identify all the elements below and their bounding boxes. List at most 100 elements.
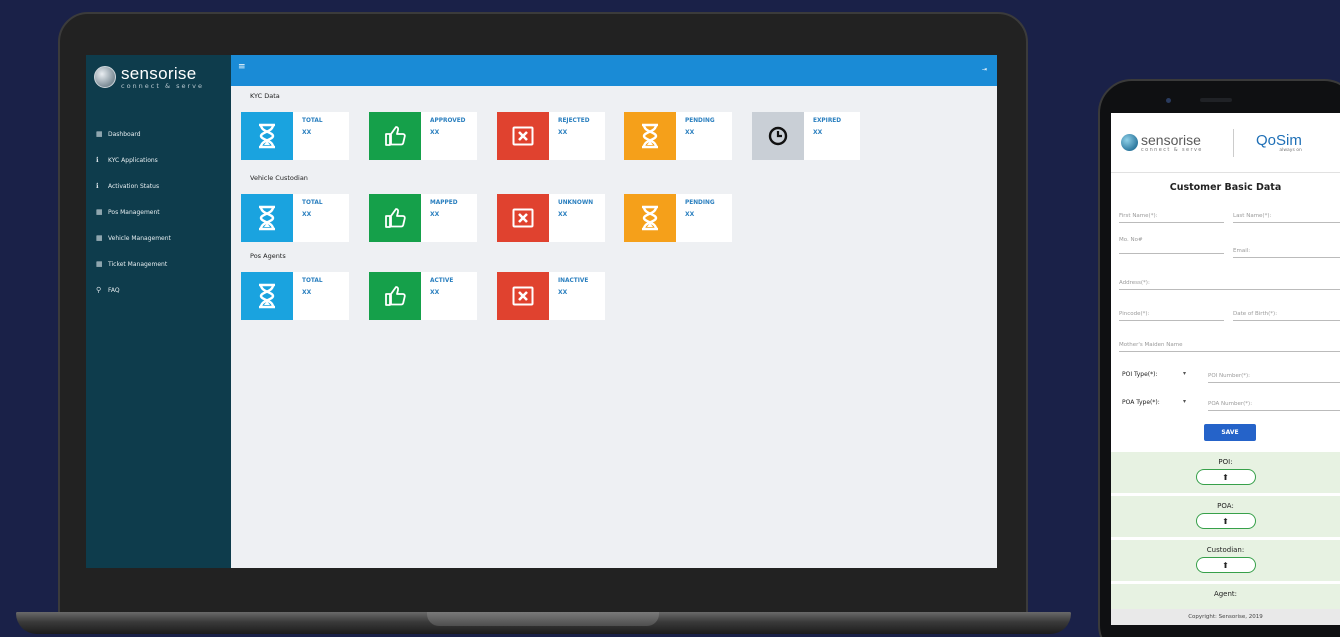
upload-poa: POA: ⬆ (1111, 493, 1340, 529)
card-label: MAPPED (430, 200, 458, 206)
brand-name: sensorise (121, 63, 197, 83)
sidebar-item-dashboard[interactable]: ▦ Dashboard (86, 121, 231, 147)
card-value: XX (558, 210, 568, 218)
card-value: XX (558, 128, 568, 136)
clock-icon (752, 112, 804, 160)
stat-card-pos-active[interactable]: ACTIVE XX (369, 272, 477, 320)
calendar-icon: ▦ (96, 234, 103, 242)
pincode-field[interactable]: Pincode(*): (1119, 311, 1224, 321)
phone-camera (1166, 98, 1171, 103)
sidebar-item-activation-status[interactable]: ℹ Activation Status (86, 173, 231, 199)
close-box-icon (497, 272, 549, 320)
card-label: INACTIVE (558, 278, 589, 284)
address-field[interactable]: Address(*): (1119, 280, 1340, 290)
card-value: XX (558, 288, 568, 296)
stat-card-kyc-rejected[interactable]: REJECTED XX (497, 112, 605, 160)
poa-type-dropdown-icon[interactable]: ▾ (1183, 398, 1186, 405)
stat-card-pos-total[interactable]: TOTAL XX (241, 272, 349, 320)
sidebar-item-label: Pos Management (108, 208, 160, 216)
logout-icon[interactable]: ⇥ (982, 66, 987, 73)
last-name-field[interactable]: Last Name(*): (1233, 213, 1340, 223)
phone-speaker (1200, 98, 1232, 102)
upload-section: POI: ⬆ POA: ⬆ Custodian: ⬆ Agent: Copyri… (1111, 449, 1340, 625)
sensorise-logo-tagline: connect & serve (1141, 146, 1203, 153)
stat-card-kyc-expired[interactable]: EXPIRED XX (752, 112, 860, 160)
upload-icon: ⬆ (1222, 516, 1229, 526)
card-value: XX (813, 128, 823, 136)
upload-label: POI: (1218, 458, 1233, 466)
sidebar-item-label: Vehicle Management (108, 234, 171, 242)
qosim-logo-name: QoSim (1256, 131, 1302, 149)
card-label: REJECTED (558, 118, 590, 124)
card-value: XX (430, 288, 440, 296)
upload-label: Custodian: (1206, 546, 1245, 554)
upload-poa-button[interactable]: ⬆ (1195, 513, 1256, 529)
top-bar: ≡ ⇥ (231, 55, 997, 86)
save-button[interactable]: SAVE (1204, 424, 1256, 441)
sidebar-item-label: KYC Applications (108, 156, 158, 164)
first-name-field[interactable]: First Name(*): (1119, 213, 1224, 223)
copyright-footer: Copyright: Sensorise, 2019 (1111, 609, 1340, 625)
sidebar-item-vehicle-management[interactable]: ▦ Vehicle Management (86, 225, 231, 251)
globe-logo-icon (94, 66, 116, 88)
card-label: APPROVED (430, 118, 466, 124)
sidebar-item-label: FAQ (108, 286, 120, 294)
mobile-number-field[interactable]: Mo. No# (1119, 237, 1224, 254)
brand-tagline: connect & serve (121, 81, 205, 90)
info-icon: ℹ (96, 182, 99, 190)
upload-custodian: Custodian: ⬆ (1111, 537, 1340, 573)
stat-card-kyc-pending[interactable]: PENDING XX (624, 112, 732, 160)
stat-card-vehicle-total[interactable]: TOTAL XX (241, 194, 349, 242)
card-label: PENDING (685, 200, 715, 206)
stat-card-vehicle-unknown[interactable]: UNKNOWN XX (497, 194, 605, 242)
sidebar-item-label: Activation Status (108, 182, 160, 190)
sidebar-nav: ▦ Dashboard ℹ KYC Applications ℹ Activat… (86, 121, 231, 303)
qosim-logo: QoSim always on (1234, 133, 1302, 153)
section-title-vehicle-custodian: Vehicle Custodian (250, 174, 308, 182)
sidebar: sensorise connect & serve ▦ Dashboard ℹ … (86, 55, 231, 568)
poi-type-dropdown-icon[interactable]: ▾ (1183, 370, 1186, 377)
close-box-icon (497, 112, 549, 160)
card-label: PENDING (685, 118, 715, 124)
upload-poi-button[interactable]: ⬆ (1195, 469, 1256, 485)
section-title-pos-agents: Pos Agents (250, 252, 286, 260)
brand-logo: sensorise connect & serve (86, 55, 231, 99)
sidebar-item-pos-management[interactable]: ▦ Pos Management (86, 199, 231, 225)
search-icon: ⚲ (96, 286, 102, 294)
phone-screen: sensorise connect & serve QoSim always o… (1111, 113, 1340, 625)
sensorise-logo: sensorise connect & serve (1111, 133, 1233, 153)
calendar-icon: ▦ (96, 208, 103, 216)
phone-header: sensorise connect & serve QoSim always o… (1111, 113, 1340, 173)
sidebar-item-ticket-management[interactable]: ▦ Ticket Management (86, 251, 231, 277)
card-value: XX (685, 210, 695, 218)
stat-card-kyc-total[interactable]: TOTAL XX (241, 112, 349, 160)
stat-card-vehicle-mapped[interactable]: MAPPED XX (369, 194, 477, 242)
sidebar-item-faq[interactable]: ⚲ FAQ (86, 277, 231, 303)
dashboard-screen: sensorise connect & serve ▦ Dashboard ℹ … (86, 55, 997, 568)
mothers-maiden-name-field[interactable]: Mother's Maiden Name (1119, 342, 1340, 352)
sensorise-logo-name: sensorise (1141, 131, 1201, 148)
email-field[interactable]: Email: (1233, 248, 1340, 258)
upload-agent: Agent: (1111, 581, 1340, 598)
upload-icon: ⬆ (1222, 560, 1229, 570)
poa-number-field[interactable]: POA Number(*): (1208, 401, 1340, 411)
sidebar-item-kyc-applications[interactable]: ℹ KYC Applications (86, 147, 231, 173)
poi-type-label: POI Type(*): (1122, 371, 1158, 378)
poi-number-field[interactable]: POI Number(*): (1208, 373, 1340, 383)
hourglass-icon (241, 112, 293, 160)
card-label: TOTAL (302, 118, 323, 124)
hourglass-icon (624, 194, 676, 242)
thumbs-up-icon (369, 194, 421, 242)
date-of-birth-field[interactable]: Date of Birth(*): (1233, 311, 1340, 321)
stat-card-vehicle-pending[interactable]: PENDING XX (624, 194, 732, 242)
upload-label: Agent: (1213, 590, 1238, 598)
sidebar-item-label: Dashboard (108, 130, 141, 138)
stat-card-kyc-approved[interactable]: APPROVED XX (369, 112, 477, 160)
upload-label: POA: (1217, 502, 1234, 510)
hamburger-menu-icon[interactable]: ≡ (238, 62, 246, 72)
stat-card-pos-inactive[interactable]: INACTIVE XX (497, 272, 605, 320)
card-label: ACTIVE (430, 278, 454, 284)
upload-custodian-button[interactable]: ⬆ (1195, 557, 1256, 573)
upload-poi: POI: ⬆ (1111, 449, 1340, 485)
sidebar-item-label: Ticket Management (108, 260, 168, 268)
